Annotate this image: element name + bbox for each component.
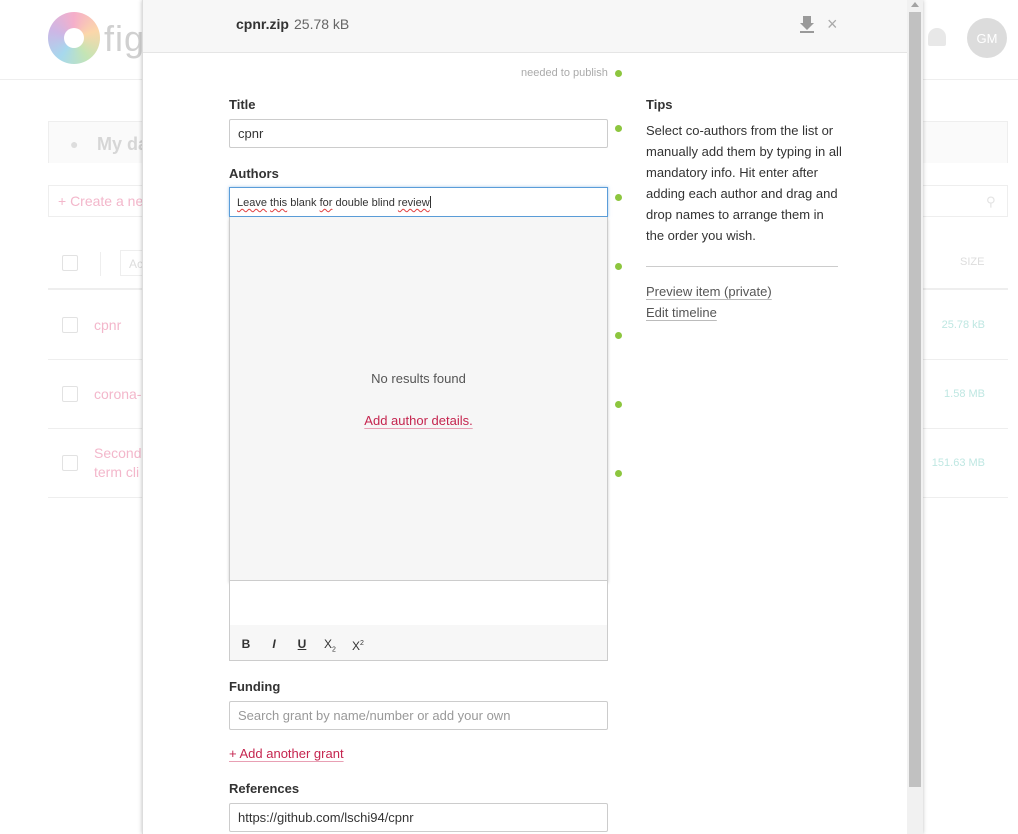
tips-title: Tips [646, 97, 673, 112]
preview-item-link[interactable]: Preview item (private) [646, 284, 772, 299]
modal-header: cpnr.zip 25.78 kB × [143, 0, 907, 53]
subscript-glyph: X [324, 637, 333, 651]
row-name: Second term cli [94, 445, 142, 480]
needed-to-publish-label: needed to publish [521, 67, 608, 79]
authors-word: blank [290, 197, 317, 209]
funding-label: Funding [229, 679, 281, 694]
row-name: cpnr [94, 317, 122, 333]
scroll-thumb[interactable] [909, 12, 921, 787]
row-name: corona- [94, 386, 142, 402]
authors-word: review [397, 197, 430, 209]
add-another-grant-link[interactable]: + Add another grant [229, 746, 344, 761]
references-label: References [229, 781, 300, 796]
authors-word: double blind [335, 197, 395, 209]
file-size: 25.78 kB [294, 16, 350, 32]
publish-legend-dot [615, 70, 622, 77]
size-column-header: SIZE [960, 256, 985, 268]
title-input[interactable] [229, 119, 608, 148]
tab-label: My da [97, 134, 149, 154]
add-grant-label: + Add another grant [229, 746, 344, 761]
authors-word: Leave [237, 197, 267, 209]
superscript-glyph: X [352, 639, 361, 653]
required-dot [615, 401, 622, 408]
bell-icon [928, 28, 946, 46]
edit-timeline-label: Edit timeline [646, 305, 717, 320]
tips-text: Select co-authors from the list or manua… [646, 123, 842, 243]
bold-button[interactable]: B [237, 635, 255, 653]
row-checkbox [62, 317, 78, 333]
title-label: Title [229, 97, 256, 112]
edit-timeline-link[interactable]: Edit timeline [646, 305, 717, 320]
user-icon: ● [70, 136, 79, 152]
required-dot [615, 332, 622, 339]
file-name: cpnr.zip [236, 16, 289, 32]
text-caret [429, 196, 431, 208]
tips-divider [646, 266, 838, 267]
underline-button[interactable]: U [293, 635, 311, 653]
italic-button[interactable]: I [265, 635, 283, 653]
superscript-button[interactable]: X2 [349, 635, 367, 653]
search-icon: ⚲ [986, 194, 996, 209]
authors-label: Authors [229, 166, 279, 181]
logo-center [64, 28, 84, 48]
edit-item-modal: cpnr.zip 25.78 kB × needed to publish Ti… [142, 0, 923, 834]
avatar: GM [967, 18, 1007, 58]
description-editor[interactable]: B I U X2 X2 [229, 581, 608, 661]
row-checkbox [62, 386, 78, 402]
editor-toolbar: B I U X2 X2 [230, 625, 607, 660]
preview-item-label: Preview item (private) [646, 284, 772, 299]
header-divider [100, 252, 101, 276]
subscript-mark: 2 [332, 646, 336, 654]
subscript-button[interactable]: X2 [321, 635, 339, 653]
references-input[interactable] [229, 803, 608, 832]
required-dot [615, 125, 622, 132]
download-icon[interactable] [798, 15, 816, 33]
close-icon[interactable]: × [827, 14, 838, 34]
authors-dropdown: No results found Add author details. [229, 217, 608, 581]
authors-word: for [319, 197, 333, 209]
add-author-details-link-wrap: Add author details. [230, 413, 607, 428]
required-dot [615, 194, 622, 201]
authors-input[interactable]: Leave this blank for double blind review [229, 187, 608, 217]
scroll-up-arrow-icon[interactable] [911, 2, 919, 7]
select-all-checkbox [62, 255, 78, 271]
row-checkbox [62, 455, 78, 471]
funding-search-input[interactable] [229, 701, 608, 730]
required-dot [615, 470, 622, 477]
no-results-message: No results found [371, 371, 466, 386]
modal-scrollbar[interactable] [907, 0, 923, 834]
authors-word: this [270, 197, 288, 209]
superscript-mark: 2 [360, 640, 364, 647]
add-author-details-link[interactable]: Add author details. [364, 413, 472, 428]
create-label: + Create a ne [58, 193, 144, 209]
required-dot [615, 263, 622, 270]
